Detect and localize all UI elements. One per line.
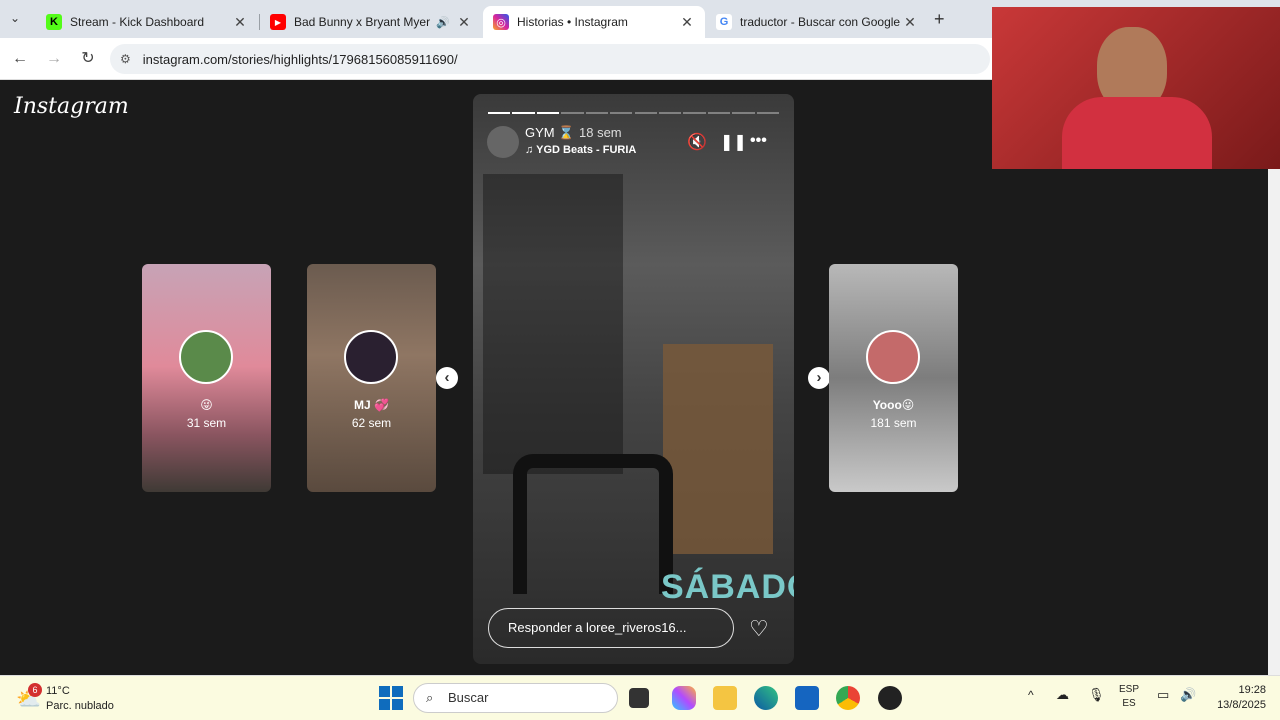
network-icon[interactable]: ☁ [1056, 687, 1069, 703]
close-icon[interactable]: ✕ [456, 14, 472, 31]
tab-youtube[interactable]: ▶ Bad Bunny x Bryant Myers x 🔊 ✕ [260, 6, 482, 38]
url-field[interactable]: ⚙ instagram.com/stories/highlights/17968… [110, 44, 990, 74]
language-bottom: ES [1122, 698, 1136, 709]
volume-icon[interactable]: 🔊 [1180, 687, 1196, 703]
windows-taskbar: ⛅ 6 11°C Parc. nublado ⌕ Buscar ^ ☁ 🎙 ES… [0, 675, 1280, 720]
tab-kick[interactable]: K Stream - Kick Dashboard ✕ [36, 6, 258, 38]
close-icon[interactable]: ✕ [679, 14, 695, 31]
story-age: 31 sem [186, 416, 227, 430]
copilot-icon[interactable] [672, 686, 696, 710]
tab-instagram[interactable]: ◎ Historias • Instagram ✕ [483, 6, 705, 38]
progress-segment [488, 112, 511, 114]
instagram-stories-page: Instagram 😜 31 sem MJ 💞 62 sem ‹ GYM ⌛ 1… [0, 80, 1268, 675]
tab-title: Stream - Kick Dashboard [70, 15, 205, 29]
music-title: YGD Beats - FURIA [536, 144, 637, 156]
weather-badge: 6 [28, 683, 42, 697]
progress-segment [536, 112, 560, 114]
instagram-logo[interactable]: Instagram [14, 94, 129, 119]
previous-story-button[interactable]: ‹ [436, 367, 458, 389]
obs-icon[interactable] [878, 686, 902, 710]
story-viewer[interactable]: GYM ⌛ 18 sem ♫ YGD Beats - FURIA 🔇 ❚❚ ••… [473, 94, 794, 664]
story-username[interactable]: GYM ⌛ [525, 125, 574, 141]
more-options-icon[interactable]: ••• [750, 132, 767, 150]
address-bar-row: ← → ↻ ⚙ instagram.com/stories/highlights… [0, 38, 992, 80]
show-hidden-icons[interactable]: ^ [1028, 688, 1034, 702]
progress-segment [512, 112, 535, 114]
language-indicator[interactable]: ESP ES [1118, 684, 1140, 709]
story-name: MJ 💞 [354, 398, 389, 412]
story-name: Yooo😜 [872, 398, 915, 412]
progress-segment [683, 112, 706, 114]
progress-segment [610, 112, 633, 114]
gym-photo [483, 174, 783, 594]
new-tab-button[interactable]: + [934, 9, 945, 30]
music-icon: ♫ [525, 144, 537, 156]
reload-button[interactable]: ↻ [78, 49, 98, 69]
store-icon[interactable] [795, 686, 819, 710]
progress-segment [707, 112, 731, 114]
url-text: instagram.com/stories/highlights/1796815… [142, 51, 458, 67]
progress-segment [658, 112, 682, 114]
clock-date: 13/8/2025 [1217, 699, 1266, 711]
site-info-icon[interactable]: ⚙ [120, 52, 131, 66]
avatar [179, 330, 233, 384]
avatar [866, 330, 920, 384]
close-icon[interactable]: ✕ [902, 14, 918, 31]
display-icon[interactable]: ▭ [1157, 687, 1169, 703]
tab-search-dropdown[interactable]: ⌄ [10, 11, 20, 25]
progress-segment [561, 112, 584, 114]
weather-desc: Parc. nublado [46, 700, 114, 712]
pause-icon[interactable]: ❚❚ [720, 132, 747, 152]
clock[interactable]: 19:28 13/8/2025 [1202, 684, 1266, 711]
microphone-icon[interactable]: 🎙 [1088, 687, 1105, 703]
reply-input[interactable]: Responder a loree_riveros16... [488, 608, 734, 648]
progress-segment [585, 112, 609, 114]
webcam-overlay [992, 7, 1280, 169]
kick-icon: K [46, 14, 62, 30]
start-button[interactable] [379, 686, 403, 710]
next-story-button[interactable]: › [808, 367, 830, 389]
weather-widget[interactable]: ⛅ 6 11°C Parc. nublado [16, 683, 126, 715]
tab-title: traductor - Buscar con Google [740, 15, 901, 29]
avatar [344, 330, 398, 384]
progress-segment [732, 112, 755, 114]
story-age: 18 sem [579, 125, 622, 140]
language-top: ESP [1118, 684, 1139, 695]
forward-button[interactable]: → [44, 49, 64, 69]
like-heart-icon[interactable]: ♡ [749, 616, 769, 642]
story-name: 😜 [200, 398, 213, 412]
search-label: Buscar [448, 690, 489, 705]
side-story-card[interactable]: MJ 💞 62 sem [307, 264, 436, 492]
clock-time: 19:28 [1238, 684, 1266, 696]
google-icon: G [716, 14, 732, 30]
speaker-icon[interactable]: 🔊 [436, 16, 450, 29]
weather-temp: 11°C [46, 685, 70, 697]
side-story-card[interactable]: 😜 31 sem [142, 264, 271, 492]
file-explorer-icon[interactable] [713, 686, 737, 710]
avatar[interactable] [487, 126, 519, 158]
story-age: 181 sem [870, 416, 917, 430]
story-music[interactable]: ♫ YGD Beats - FURIA [525, 144, 636, 156]
scrollbar[interactable] [1268, 80, 1280, 675]
progress-segment [756, 112, 779, 114]
chrome-icon[interactable] [836, 686, 860, 710]
close-icon[interactable]: ✕ [232, 14, 248, 31]
task-view-icon[interactable] [629, 688, 649, 708]
tab-title: Bad Bunny x Bryant Myers x [294, 15, 431, 29]
tab-title: Historias • Instagram [517, 15, 628, 29]
edge-icon[interactable] [754, 686, 778, 710]
progress-segment [634, 112, 657, 114]
side-story-card[interactable]: Yooo😜 181 sem [829, 264, 958, 492]
muted-icon[interactable]: 🔇 [687, 132, 707, 152]
youtube-icon: ▶ [270, 14, 286, 30]
story-age: 62 sem [351, 416, 392, 430]
tab-google[interactable]: G traductor - Buscar con Google ✕ [706, 6, 928, 38]
back-button[interactable]: ← [10, 49, 30, 69]
instagram-icon: ◎ [493, 14, 509, 30]
search-icon: ⌕ [426, 690, 434, 705]
story-overlay-text: SÁBADO [661, 568, 794, 606]
taskbar-search[interactable]: ⌕ Buscar [413, 683, 618, 713]
